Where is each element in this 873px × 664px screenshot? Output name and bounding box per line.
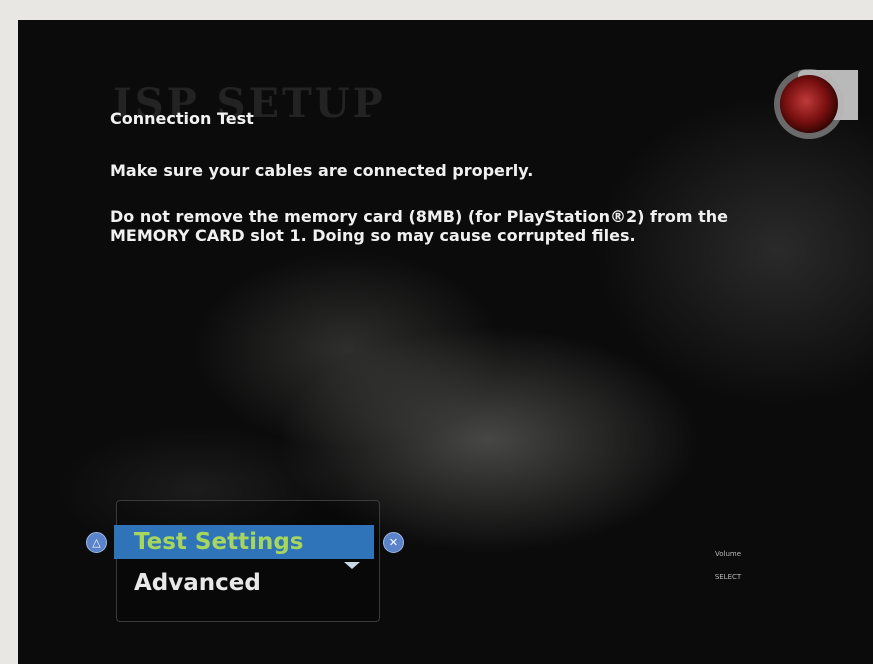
- cross-icon[interactable]: ✕: [383, 532, 404, 553]
- cable-instruction: Make sure your cables are connected prop…: [110, 161, 534, 180]
- red-button-graphic: [780, 75, 838, 133]
- memory-card-warning: Do not remove the memory card (8MB) (for…: [110, 207, 729, 245]
- page-title: Connection Test: [110, 109, 254, 128]
- triangle-icon[interactable]: △: [86, 532, 107, 553]
- menu-item-test-settings[interactable]: Test Settings: [114, 525, 374, 559]
- menu-panel: [116, 500, 380, 622]
- menu-item-advanced[interactable]: Advanced: [114, 566, 374, 600]
- select-label: SELECT: [714, 573, 742, 581]
- tv-screen: ISP SETUP Connection Test Make sure your…: [18, 20, 873, 664]
- volume-label: Volume: [714, 550, 742, 558]
